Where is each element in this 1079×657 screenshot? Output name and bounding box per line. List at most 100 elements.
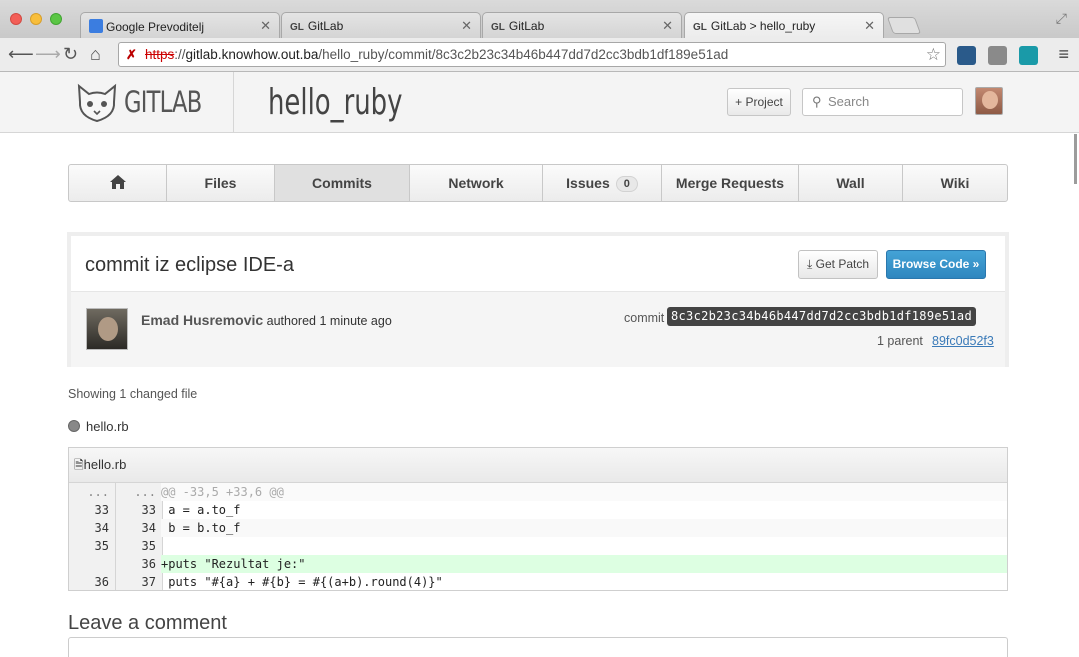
diff-line-code: a = a.to_f <box>161 503 241 517</box>
new-line-number[interactable]: 37 <box>116 573 163 590</box>
commit-title: commit iz eclipse IDE-a <box>85 254 294 276</box>
new-line-number[interactable]: 36 <box>116 555 163 573</box>
old-line-number[interactable] <box>69 555 116 573</box>
commit-time: 1 minute ago <box>319 314 392 328</box>
url-host: gitlab.knowhow.out.ba <box>185 47 319 62</box>
extension-icon[interactable] <box>957 46 976 65</box>
tab-home[interactable] <box>69 165 167 201</box>
home-icon[interactable]: ⌂ <box>90 44 101 64</box>
file-diff: 🗎hello.rb ... ... @@ -33,5 +33,6 @@ 33 3… <box>68 447 1008 591</box>
back-arrow-icon[interactable]: ⟵ <box>8 44 34 64</box>
gmail-checker-icon[interactable] <box>988 46 1007 65</box>
gitlab-icon: GL <box>290 22 304 33</box>
leave-comment-heading: Leave a comment <box>68 612 227 634</box>
diff-hunk-row: ... ... @@ -33,5 +33,6 @@ <box>69 483 1007 501</box>
extension-icon[interactable] <box>1019 46 1038 65</box>
diff-header[interactable]: 🗎hello.rb <box>69 448 1007 483</box>
parent-sha-link[interactable]: 89fc0d52f3 <box>932 334 994 348</box>
url-separator: :// <box>174 47 186 62</box>
diff-line-code: +puts "Rezultat je:" <box>161 555 1007 573</box>
author-avatar[interactable] <box>86 308 128 350</box>
get-patch-button[interactable]: ⤓ Get Patch <box>798 250 878 279</box>
author-line: Emad Husremovic authored 1 minute ago <box>141 312 392 328</box>
diff-context-row: 34 34 b = b.to_f <box>69 519 1007 537</box>
diff-line-code: b = b.to_f <box>161 519 1007 537</box>
get-patch-label: Get Patch <box>815 257 870 271</box>
tab-close-icon[interactable]: ✕ <box>662 18 673 34</box>
modified-file-dot-icon <box>68 420 80 432</box>
commit-box: commit iz eclipse IDE-a ⤓ Get Patch Brow… <box>67 232 1009 367</box>
browser-tab-2[interactable]: GL GitLab ✕ <box>281 12 481 38</box>
diff-context-row: 35 35 <box>69 537 1007 555</box>
logo-text[interactable]: GITLAB <box>124 85 202 119</box>
tab-issues-label: Issues <box>566 175 610 191</box>
gitlab-icon: GL <box>491 22 505 33</box>
old-line-number[interactable]: 34 <box>69 519 116 537</box>
parent-label: 1 parent <box>877 334 923 348</box>
diff-filename: hello.rb <box>83 457 127 472</box>
old-line-number[interactable]: 36 <box>69 573 116 590</box>
authored-text: authored <box>266 314 317 328</box>
old-line-number[interactable]: 35 <box>69 537 116 555</box>
tab-issues[interactable]: Issues 0 <box>543 165 662 201</box>
browser-menu-icon[interactable]: ≡ <box>1058 44 1069 65</box>
commit-label: commit <box>624 311 665 325</box>
forward-arrow-icon[interactable]: ⟶ <box>35 44 61 64</box>
project-nav: Files Commits Network Issues 0 Merge Requ… <box>68 164 1008 202</box>
url-scheme: https <box>145 47 175 62</box>
tab-wiki[interactable]: Wiki <box>903 165 1007 201</box>
diff-line-code: puts "#{a} + #{b} = #{(a+b).round(4)}" <box>161 575 443 589</box>
file-icon: 🗎 <box>74 458 84 472</box>
tab-close-icon[interactable]: ✕ <box>864 18 875 34</box>
tab-close-icon[interactable]: ✕ <box>461 18 472 34</box>
new-line-number[interactable]: 35 <box>116 537 163 555</box>
window-minimize-button[interactable] <box>30 13 42 25</box>
home-icon <box>109 175 126 189</box>
browser-tab-4[interactable]: GL GitLab > hello_ruby ✕ <box>684 12 884 38</box>
search-icon: ⚲ <box>812 94 822 109</box>
scrollbar[interactable] <box>1074 134 1077 184</box>
diff-context-row: 33 33 a = a.to_f <box>69 501 1007 519</box>
commit-meta: Emad Husremovic authored 1 minute ago co… <box>71 291 1005 367</box>
diff-added-row: 36 +puts "Rezultat je:" <box>69 555 1007 573</box>
changed-file-item[interactable]: hello.rb <box>68 419 129 434</box>
search-placeholder: Search <box>828 94 870 109</box>
new-project-button[interactable]: + Project <box>727 88 791 116</box>
new-line-number[interactable]: 34 <box>116 519 163 537</box>
bookmark-star-icon[interactable]: ☆ <box>926 43 941 66</box>
changed-files-summary: Showing 1 changed file <box>68 387 198 401</box>
window-close-button[interactable] <box>10 13 22 25</box>
user-avatar[interactable] <box>975 87 1003 115</box>
new-tab-button[interactable] <box>886 17 922 34</box>
reload-icon[interactable]: ↻ <box>63 44 78 64</box>
comment-textarea[interactable] <box>68 637 1008 657</box>
tab-commits[interactable]: Commits <box>275 165 410 201</box>
gitlab-header: GITLAB hello_ruby + Project ⚲ Search <box>0 72 1079 133</box>
new-line-number[interactable]: 33 <box>116 501 163 519</box>
tab-files[interactable]: Files <box>167 165 275 201</box>
tab-wall[interactable]: Wall <box>799 165 903 201</box>
browser-tab-1[interactable]: Google Prevoditelj ✕ <box>80 12 280 38</box>
project-title[interactable]: hello_ruby <box>268 82 402 123</box>
fullscreen-icon[interactable]: ⤢ <box>1056 10 1067 27</box>
gitlab-cat-logo-icon[interactable] <box>75 82 119 124</box>
tab-title: Google Prevoditelj <box>106 20 205 34</box>
address-bar[interactable]: ✗ https://gitlab.knowhow.out.ba/hello_rub… <box>118 42 946 67</box>
diff-line-code: @@ -33,5 +33,6 @@ <box>161 483 1007 501</box>
new-line-number: ... <box>116 483 163 501</box>
browser-tabstrip: Google Prevoditelj ✕ GL GitLab ✕ GL GitLab… <box>0 0 1079 38</box>
changed-file-name: hello.rb <box>86 419 129 434</box>
author-name[interactable]: Emad Husremovic <box>141 312 263 328</box>
window-zoom-button[interactable] <box>50 13 62 25</box>
browser-tab-3[interactable]: GL GitLab ✕ <box>482 12 682 38</box>
gitlab-icon: GL <box>693 22 707 33</box>
search-input[interactable]: ⚲ Search <box>802 88 963 116</box>
header-divider <box>233 72 234 133</box>
tab-close-icon[interactable]: ✕ <box>260 18 271 34</box>
tab-merge-requests[interactable]: Merge Requests <box>662 165 799 201</box>
old-line-number: ... <box>69 483 116 501</box>
tab-network[interactable]: Network <box>410 165 543 201</box>
old-line-number[interactable]: 33 <box>69 501 116 519</box>
commit-sha: 8c3c2b23c34b46b447dd7d2cc3bdb1df189e51ad <box>667 307 976 326</box>
browse-code-button[interactable]: Browse Code » <box>886 250 986 279</box>
